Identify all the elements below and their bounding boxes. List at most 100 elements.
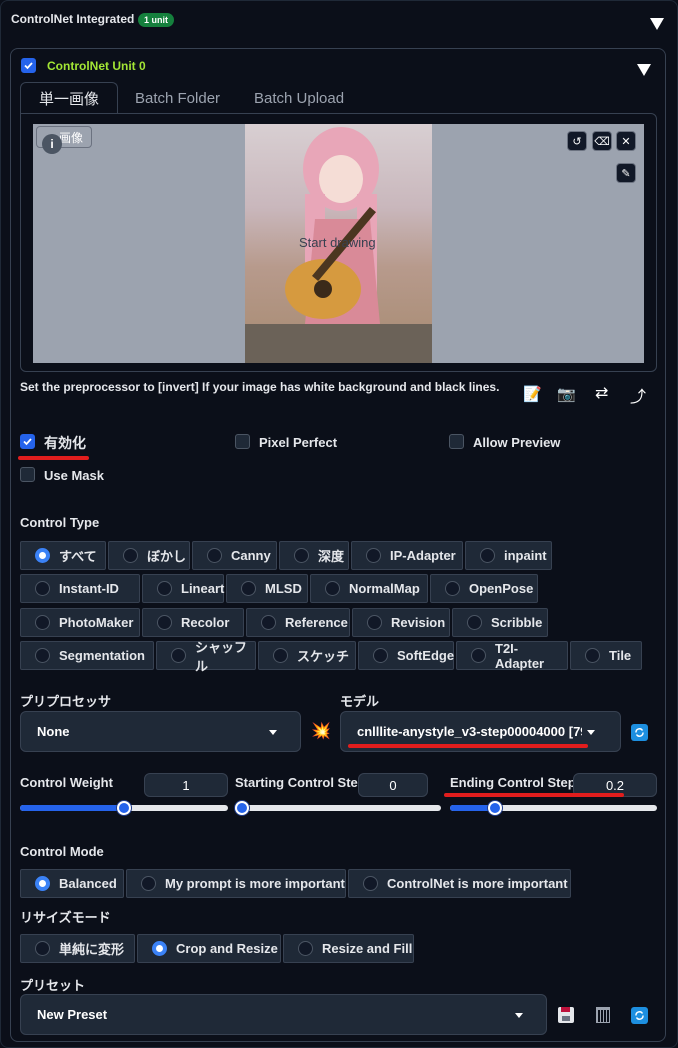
enable-label[interactable]: 有効化 xyxy=(44,433,86,453)
allow-preview-label[interactable]: Allow Preview xyxy=(473,435,560,450)
control-weight-input[interactable]: 1 xyxy=(144,773,228,797)
tab-single-image[interactable]: 単一画像 xyxy=(20,82,118,114)
radio-dot xyxy=(152,941,167,956)
control-type-option-label: ぼかし xyxy=(147,549,187,564)
radio-dot xyxy=(35,548,50,563)
preprocessor-dropdown[interactable]: None xyxy=(20,711,301,752)
radio-dot xyxy=(157,615,172,630)
refresh-models-icon[interactable] xyxy=(631,724,648,741)
control-type-option-label: IP-Adapter xyxy=(390,548,456,563)
ending-step-thumb[interactable] xyxy=(488,801,502,815)
radio-dot xyxy=(35,615,50,630)
control-type-option[interactable]: OpenPose xyxy=(430,574,538,603)
control-type-option-label: inpaint xyxy=(504,548,547,563)
radio-dot xyxy=(325,581,340,596)
control-type-option[interactable]: IP-Adapter xyxy=(351,541,463,570)
mode-prompt-important[interactable]: My prompt is more important xyxy=(126,869,346,898)
resize-and-fill[interactable]: Resize and Fill xyxy=(283,934,414,963)
control-type-option[interactable]: SoftEdge xyxy=(358,641,454,670)
control-mode-label: Control Mode xyxy=(20,844,104,859)
resize-fill-label: Resize and Fill xyxy=(322,941,413,956)
control-type-option[interactable]: スケッチ xyxy=(258,641,356,670)
starting-step-track[interactable] xyxy=(235,805,441,811)
control-type-option[interactable]: 深度 xyxy=(279,541,349,570)
control-type-option[interactable]: inpaint xyxy=(465,541,552,570)
control-type-option[interactable]: Reference xyxy=(246,608,350,637)
radio-dot xyxy=(294,548,309,563)
control-type-option[interactable]: Tile xyxy=(570,641,642,670)
accordion-title[interactable]: ControlNet Integrated xyxy=(11,12,134,26)
close-icon[interactable]: ✕ xyxy=(616,131,636,151)
preprocessor-hint: Set the preprocessor to [invert] If your… xyxy=(20,380,500,394)
control-weight-thumb[interactable] xyxy=(117,801,131,815)
swap-icon[interactable]: ⇄ xyxy=(595,383,608,403)
refresh-presets-icon[interactable] xyxy=(631,1007,648,1024)
control-type-option[interactable]: すべて xyxy=(20,541,106,570)
tab-batch-upload[interactable]: Batch Upload xyxy=(254,90,344,107)
enable-underline xyxy=(18,456,89,460)
mode-balanced-label: Balanced xyxy=(59,876,117,891)
control-type-option[interactable]: Scribble xyxy=(452,608,548,637)
control-type-option[interactable]: NormalMap xyxy=(310,574,428,603)
preset-dropdown[interactable]: New Preset xyxy=(20,994,547,1035)
control-type-option-label: Tile xyxy=(609,648,632,663)
resize-just-resize[interactable]: 単純に変形 xyxy=(20,934,135,963)
use-mask-checkbox[interactable] xyxy=(20,467,35,482)
control-type-option[interactable]: Lineart xyxy=(142,574,224,603)
info-icon[interactable]: i xyxy=(42,134,62,154)
eraser-icon[interactable]: ⌫ xyxy=(592,131,612,151)
control-type-option[interactable]: シャッフル xyxy=(156,640,256,674)
pixel-perfect-checkbox[interactable] xyxy=(235,434,250,449)
save-icon[interactable] xyxy=(558,1007,574,1023)
control-type-option[interactable]: Instant-ID xyxy=(20,574,140,603)
unit-collapse-icon[interactable] xyxy=(637,64,651,76)
control-type-option[interactable]: ぼかし xyxy=(108,541,190,570)
use-mask-label[interactable]: Use Mask xyxy=(44,468,104,483)
radio-dot xyxy=(471,648,486,663)
mode-controlnet-label: ControlNet is more important xyxy=(387,876,568,891)
trash-icon[interactable] xyxy=(596,1007,610,1023)
radio-dot xyxy=(367,615,382,630)
radio-dot xyxy=(207,548,222,563)
resize-crop-and-resize[interactable]: Crop and Resize xyxy=(137,934,281,963)
tab-batch-folder[interactable]: Batch Folder xyxy=(135,90,220,107)
enable-checkbox[interactable] xyxy=(20,434,35,449)
brush-icon[interactable]: ✎ xyxy=(616,163,636,183)
control-type-option[interactable]: Canny xyxy=(192,541,277,570)
mode-controlnet-important[interactable]: ControlNet is more important xyxy=(348,869,571,898)
control-type-option-label: Segmentation xyxy=(59,648,145,663)
radio-dot xyxy=(366,548,381,563)
radio-dot xyxy=(35,581,50,596)
control-type-option[interactable]: MLSD xyxy=(226,574,308,603)
chevron-down-icon xyxy=(515,1013,523,1018)
radio-dot xyxy=(141,876,156,891)
preset-value: New Preset xyxy=(37,1007,108,1022)
resize-crop-label: Crop and Resize xyxy=(176,941,278,956)
control-type-option[interactable]: T2I-Adapter xyxy=(456,641,568,671)
rotate-icon[interactable]: ↺ xyxy=(567,131,587,151)
send-dimensions-icon[interactable]: ⤴ xyxy=(630,383,646,407)
control-type-option-label: Revision xyxy=(391,615,446,630)
unit-count-badge: 1 unit xyxy=(138,13,174,27)
starting-step-thumb[interactable] xyxy=(235,801,249,815)
run-preprocessor-icon[interactable]: 💥 xyxy=(311,721,331,741)
control-type-option[interactable]: Recolor xyxy=(142,608,244,637)
unit-title[interactable]: ControlNet Unit 0 xyxy=(47,59,146,73)
control-type-option-label: Canny xyxy=(231,548,271,563)
edit-icon[interactable]: 📝 xyxy=(523,385,542,403)
control-type-option[interactable]: PhotoMaker xyxy=(20,608,140,637)
camera-icon[interactable]: 📷 xyxy=(557,385,576,403)
resize-just-label: 単純に変形 xyxy=(59,942,125,957)
starting-step-input[interactable]: 0 xyxy=(358,773,428,797)
preprocessor-label: プリプロセッサ xyxy=(20,694,112,709)
radio-dot xyxy=(171,648,186,663)
ending-step-label: Ending Control Step xyxy=(450,775,576,790)
control-type-option[interactable]: Revision xyxy=(352,608,450,637)
pixel-perfect-label[interactable]: Pixel Perfect xyxy=(259,435,337,450)
collapse-icon[interactable] xyxy=(650,18,664,30)
control-type-option[interactable]: Segmentation xyxy=(20,641,154,670)
allow-preview-checkbox[interactable] xyxy=(449,434,464,449)
mode-balanced[interactable]: Balanced xyxy=(20,869,124,898)
unit-enable-checkbox[interactable] xyxy=(21,58,36,73)
control-type-option-label: Lineart xyxy=(181,581,225,596)
